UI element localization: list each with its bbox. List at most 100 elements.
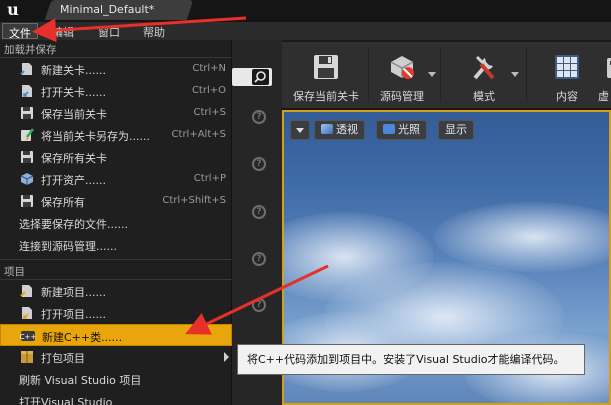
submenu-arrow-icon [224,352,229,362]
source-control-label: 源码管理 [380,90,424,103]
shortcut-label: Ctrl+Shift+S [162,195,226,206]
save-as-icon [19,127,35,143]
menu-window[interactable]: 窗口 [92,23,126,39]
perspective-button[interactable]: 透视 [314,120,365,140]
marketplace-label: 虚 [598,90,609,103]
show-button[interactable]: 显示 [438,120,474,140]
editor-window: u Minimal_Default* 文件 编辑 窗口 帮助 ? ? ? ? ?… [0,0,611,405]
toolbar-divider [526,48,527,102]
menu-bar: 文件 编辑 窗口 帮助 [0,22,611,40]
help-icon[interactable]: ? [252,298,266,312]
content-label: 内容 [556,90,578,103]
menu-item-label: 打包项目 [41,352,85,365]
save-icon [19,105,35,121]
menu-item-label: 新建C++类...... [42,331,123,344]
title-bar: u Minimal_Default* [0,0,611,22]
help-icon[interactable]: ? [252,252,266,266]
menu-item-label: 保存所有 [41,196,85,209]
shortcut-label: Ctrl+S [193,107,226,118]
new-level-icon [19,61,35,77]
menu-item-label: 保存当前关卡 [41,108,107,121]
menu-item-label: 打开Visual Studio [19,396,113,405]
help-icon[interactable]: ? [252,205,266,219]
open-asset-icon [19,171,35,187]
file-menu-dropdown: 加载并保存 新建关卡...... Ctrl+N 打开关卡...... Ctrl+… [0,40,232,405]
shortcut-label: Ctrl+O [191,85,226,96]
modes-label: 模式 [473,90,495,103]
save-floppy-icon [311,52,341,82]
lit-icon [383,124,395,134]
menu-item-open-level[interactable]: 打开关卡...... Ctrl+O [0,80,232,102]
save-current-level-button[interactable]: 保存当前关卡 [286,48,366,104]
menu-item-new-cpp-class[interactable]: C++ 新建C++类...... [0,324,232,346]
menu-item-label: 打开关卡...... [41,86,106,99]
modes-tools-icon [469,52,499,82]
help-icon[interactable]: ? [252,157,266,171]
menu-item-new-project[interactable]: 新建项目...... [0,280,232,302]
menu-edit[interactable]: 编辑 [46,23,80,39]
menu-file[interactable]: 文件 [2,23,38,40]
menu-item-refresh-vs-project[interactable]: 刷新 Visual Studio 项目 [0,368,232,390]
open-project-icon [19,305,35,321]
chevron-down-icon[interactable] [511,72,519,77]
chevron-down-icon[interactable] [428,72,436,77]
menu-item-save-all-levels[interactable]: 保存所有关卡 [0,146,232,168]
menu-item-package-project[interactable]: 打包项目 [0,346,232,368]
lit-mode-button[interactable]: 光照 [376,120,427,140]
menu-item-label: 刷新 Visual Studio 项目 [19,374,142,387]
new-project-icon [19,283,35,299]
help-icon[interactable]: ? [252,110,266,124]
divider [0,259,232,260]
marketplace-button[interactable]: 虚 [594,48,611,104]
new-cpp-class-icon: C++ [20,328,36,344]
open-level-icon [19,83,35,99]
sky-cloud [434,202,609,272]
level-tab-label: Minimal_Default* [60,3,155,16]
unreal-logo: u [7,0,19,19]
menu-item-open-asset[interactable]: 打开资产...... Ctrl+P [0,168,232,190]
package-project-icon [19,349,35,365]
menu-item-label: 新建项目...... [41,286,106,299]
main-toolbar: 保存当前关卡 源码管理 模式 内容 虚 [282,40,611,110]
viewport-options-dropdown[interactable] [290,120,310,140]
modes-button[interactable]: 模式 [452,48,516,104]
content-button[interactable]: 内容 [538,48,596,104]
search-icon[interactable] [252,69,269,85]
content-grid-icon [552,52,582,82]
marketplace-icon [607,52,611,82]
source-control-button[interactable]: 源码管理 [370,48,434,104]
menu-item-label: 将当前关卡另存为...... [41,130,150,143]
shortcut-label: Ctrl+N [192,63,226,74]
save-all-icon [19,193,35,209]
svg-text:C++: C++ [20,333,36,341]
lit-mode-label: 光照 [398,123,420,136]
section-label-load-save: 加载并保存 [4,44,57,56]
save-current-level-label: 保存当前关卡 [293,90,359,103]
tooltip: 将C++代码添加到项目中。安装了Visual Studio才能编译代码。 [237,344,585,375]
menu-item-label: 打开项目...... [41,308,106,321]
perspective-label: 透视 [336,123,358,136]
menu-item-choose-files-to-save[interactable]: 选择要保存的文件...... [0,212,232,234]
perspective-icon [321,124,333,134]
menu-item-label: 连接到源码管理...... [19,240,117,253]
shortcut-label: Ctrl+Alt+S [171,129,226,140]
menu-item-save-all[interactable]: 保存所有 Ctrl+Shift+S [0,190,232,212]
menu-item-label: 保存所有关卡 [41,152,107,165]
toolbar-divider [368,48,369,102]
menu-item-label: 选择要保存的文件...... [19,218,128,231]
save-all-levels-icon [19,149,35,165]
menu-item-open-visual-studio[interactable]: 打开Visual Studio [0,390,232,405]
section-label-project: 项目 [4,266,25,278]
menu-item-save-level-as[interactable]: 将当前关卡另存为...... Ctrl+Alt+S [0,124,232,146]
source-control-icon [387,52,417,82]
menu-item-new-level[interactable]: 新建关卡...... Ctrl+N [0,58,232,80]
menu-item-label: 打开资产...... [41,174,106,187]
toolbar-divider [440,48,441,102]
show-label: 显示 [445,123,467,136]
menu-item-save-current-level[interactable]: 保存当前关卡 Ctrl+S [0,102,232,124]
menu-item-connect-source-control[interactable]: 连接到源码管理...... [0,234,232,256]
menu-help[interactable]: 帮助 [137,23,171,39]
menu-item-label: 新建关卡...... [41,64,106,77]
shortcut-label: Ctrl+P [193,173,226,184]
menu-item-open-project[interactable]: 打开项目...... [0,302,232,324]
